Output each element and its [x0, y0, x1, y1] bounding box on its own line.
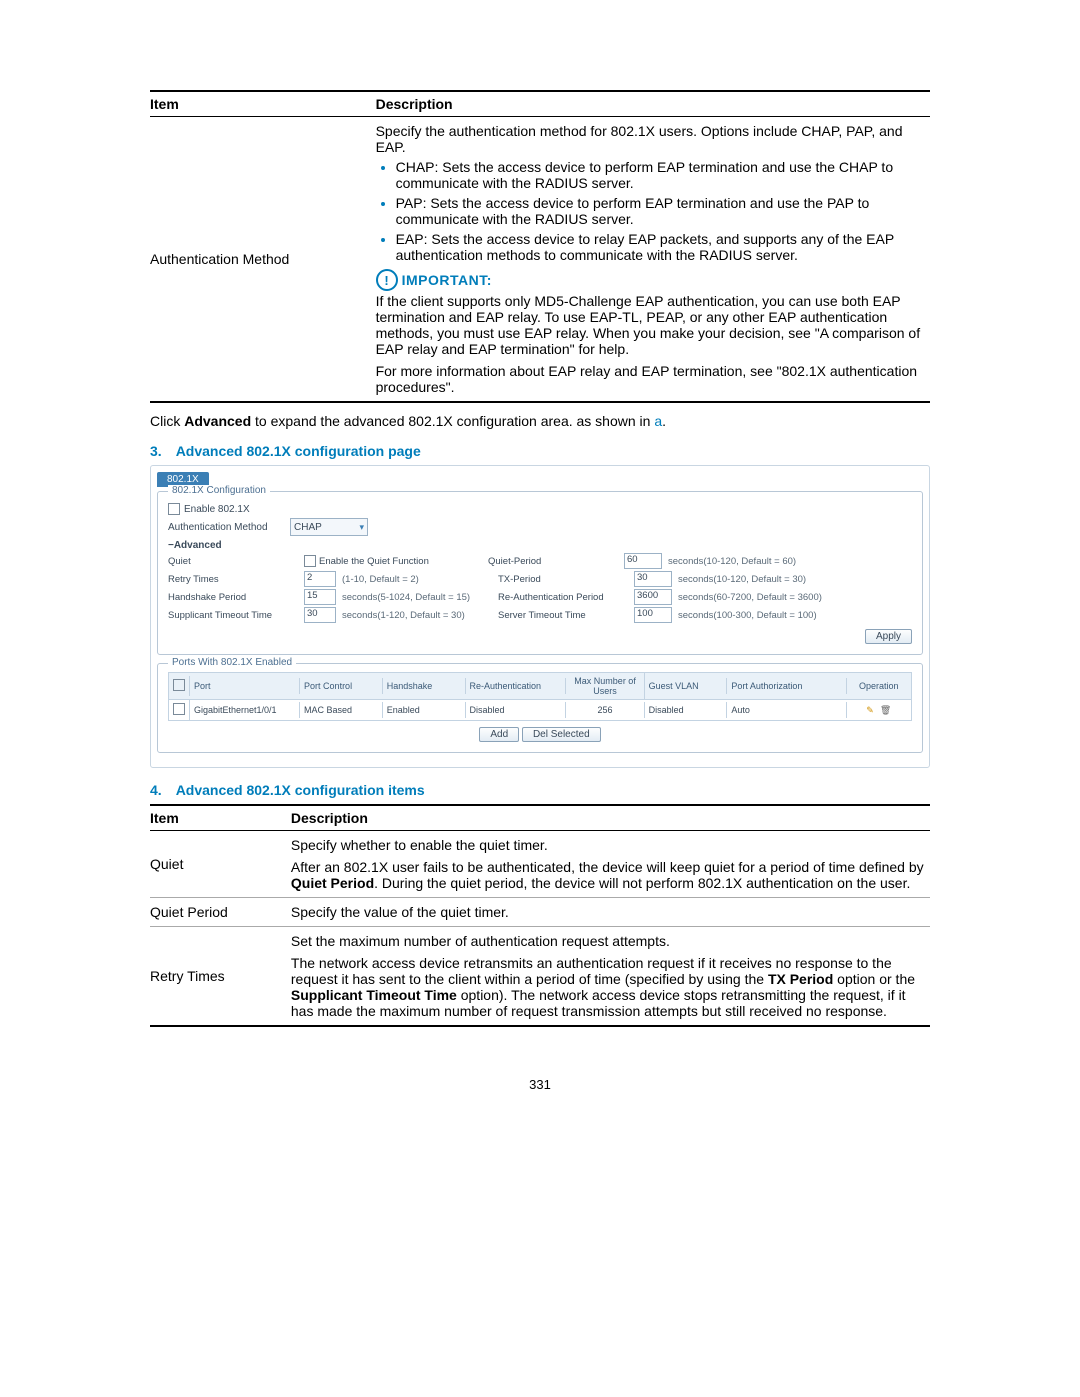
select-all-checkbox[interactable] [173, 679, 185, 691]
ports-table-row: GigabitEthernet1/0/1 MAC Based Enabled D… [168, 700, 912, 721]
tab-strip: 802.1X [157, 472, 923, 487]
bullet-pap: PAP: Sets the access device to perform E… [396, 195, 930, 227]
adv-row-supplicant: Supplicant Timeout Time 30 seconds(1-120… [168, 607, 912, 623]
td-item: Retry Times [150, 933, 291, 1019]
th-item: Item [150, 96, 376, 112]
panel-ports-enabled: Ports With 802.1X Enabled Port Port Cont… [157, 663, 923, 753]
section-4-heading: 4.Advanced 802.1X configuration items [150, 782, 930, 798]
td-item: Quiet [150, 837, 291, 891]
page-number: 331 [150, 1077, 930, 1092]
auth-method-label: Authentication Method [168, 522, 286, 533]
adv-row-handshake: Handshake Period 15 seconds(5-1024, Defa… [168, 589, 912, 605]
adv-row-retry: Retry Times 2 (1-10, Default = 2) TX-Per… [168, 571, 912, 587]
th-desc: Description [291, 810, 930, 826]
td-item: Authentication Method [150, 123, 376, 395]
td-item: Quiet Period [150, 904, 291, 920]
panel-title-2: Ports With 802.1X Enabled [168, 657, 296, 668]
important-text-1: If the client supports only MD5-Challeng… [376, 293, 930, 357]
ports-table-head: Port Port Control Handshake Re-Authentic… [168, 672, 912, 700]
advanced-bold: Advanced [184, 413, 251, 429]
advanced-toggle[interactable]: −Advanced [168, 540, 912, 551]
panel-title-1: 802.1X Configuration [168, 485, 270, 496]
adv-row-quiet: Quiet Enable the Quiet Function Quiet-Pe… [168, 553, 912, 569]
enable-8021x-label: Enable 802.1X [184, 504, 250, 515]
chevron-down-icon: ▾ [359, 522, 364, 533]
important-label: IMPORTANT: [402, 272, 492, 288]
th-desc: Description [376, 96, 930, 112]
important-icon: ! [376, 269, 398, 291]
table-row: Quiet Period Specify the value of the qu… [150, 898, 930, 927]
table-row: Quiet Specify whether to enable the quie… [150, 831, 930, 898]
table-row: Retry Times Set the maximum number of au… [150, 927, 930, 1027]
supplicant-timeout-input[interactable]: 30 [304, 607, 336, 623]
th-item: Item [150, 810, 291, 826]
retry-times-input[interactable]: 2 [304, 571, 336, 587]
table-row: Authentication Method Specify the authen… [150, 117, 930, 403]
apply-button[interactable]: Apply [865, 629, 912, 644]
row-checkbox[interactable] [173, 703, 185, 715]
table2-header: Item Description [150, 804, 930, 831]
link-a[interactable]: a [654, 413, 662, 429]
config-screenshot: 802.1X 802.1X Configuration Enable 802.1… [150, 465, 930, 768]
document-page: Item Description Authentication Method S… [0, 0, 1080, 1152]
quiet-enable-checkbox[interactable] [304, 555, 316, 567]
delete-icon[interactable]: 🗑 [880, 705, 891, 716]
tx-period-input[interactable]: 30 [634, 571, 672, 587]
auth-method-select[interactable]: CHAP ▾ [290, 518, 368, 536]
edit-icon[interactable]: ✎ [866, 705, 874, 716]
bullet-chap: CHAP: Sets the access device to perform … [396, 159, 930, 191]
td-desc: Specify the authentication method for 80… [376, 123, 930, 395]
td-desc: Specify whether to enable the quiet time… [291, 837, 930, 891]
table-auth-method: Item Description Authentication Method S… [150, 90, 930, 403]
table-header-row: Item Description [150, 90, 930, 117]
table-adv-items: Item Description Quiet Specify whether t… [150, 804, 930, 1027]
desc-bullets: CHAP: Sets the access device to perform … [396, 159, 930, 263]
quiet-period-input[interactable]: 60 [624, 553, 662, 569]
td-desc: Set the maximum number of authentication… [291, 933, 930, 1019]
click-advanced-para: Click Advanced to expand the advanced 80… [150, 413, 930, 429]
td-desc: Specify the value of the quiet timer. [291, 904, 930, 920]
desc-intro: Specify the authentication method for 80… [376, 123, 930, 155]
important-callout: ! IMPORTANT: [376, 269, 930, 291]
del-selected-button[interactable]: Del Selected [522, 727, 601, 742]
bullet-eap: EAP: Sets the access device to relay EAP… [396, 231, 930, 263]
reauth-period-input[interactable]: 3600 [634, 589, 672, 605]
handshake-period-input[interactable]: 15 [304, 589, 336, 605]
server-timeout-input[interactable]: 100 [634, 607, 672, 623]
section-3-heading: 3.Advanced 802.1X configuration page [150, 443, 930, 459]
add-button[interactable]: Add [479, 727, 519, 742]
enable-8021x-checkbox[interactable] [168, 503, 180, 515]
important-text-2: For more information about EAP relay and… [376, 363, 930, 395]
panel-8021x-config: 802.1X Configuration Enable 802.1X Authe… [157, 491, 923, 655]
